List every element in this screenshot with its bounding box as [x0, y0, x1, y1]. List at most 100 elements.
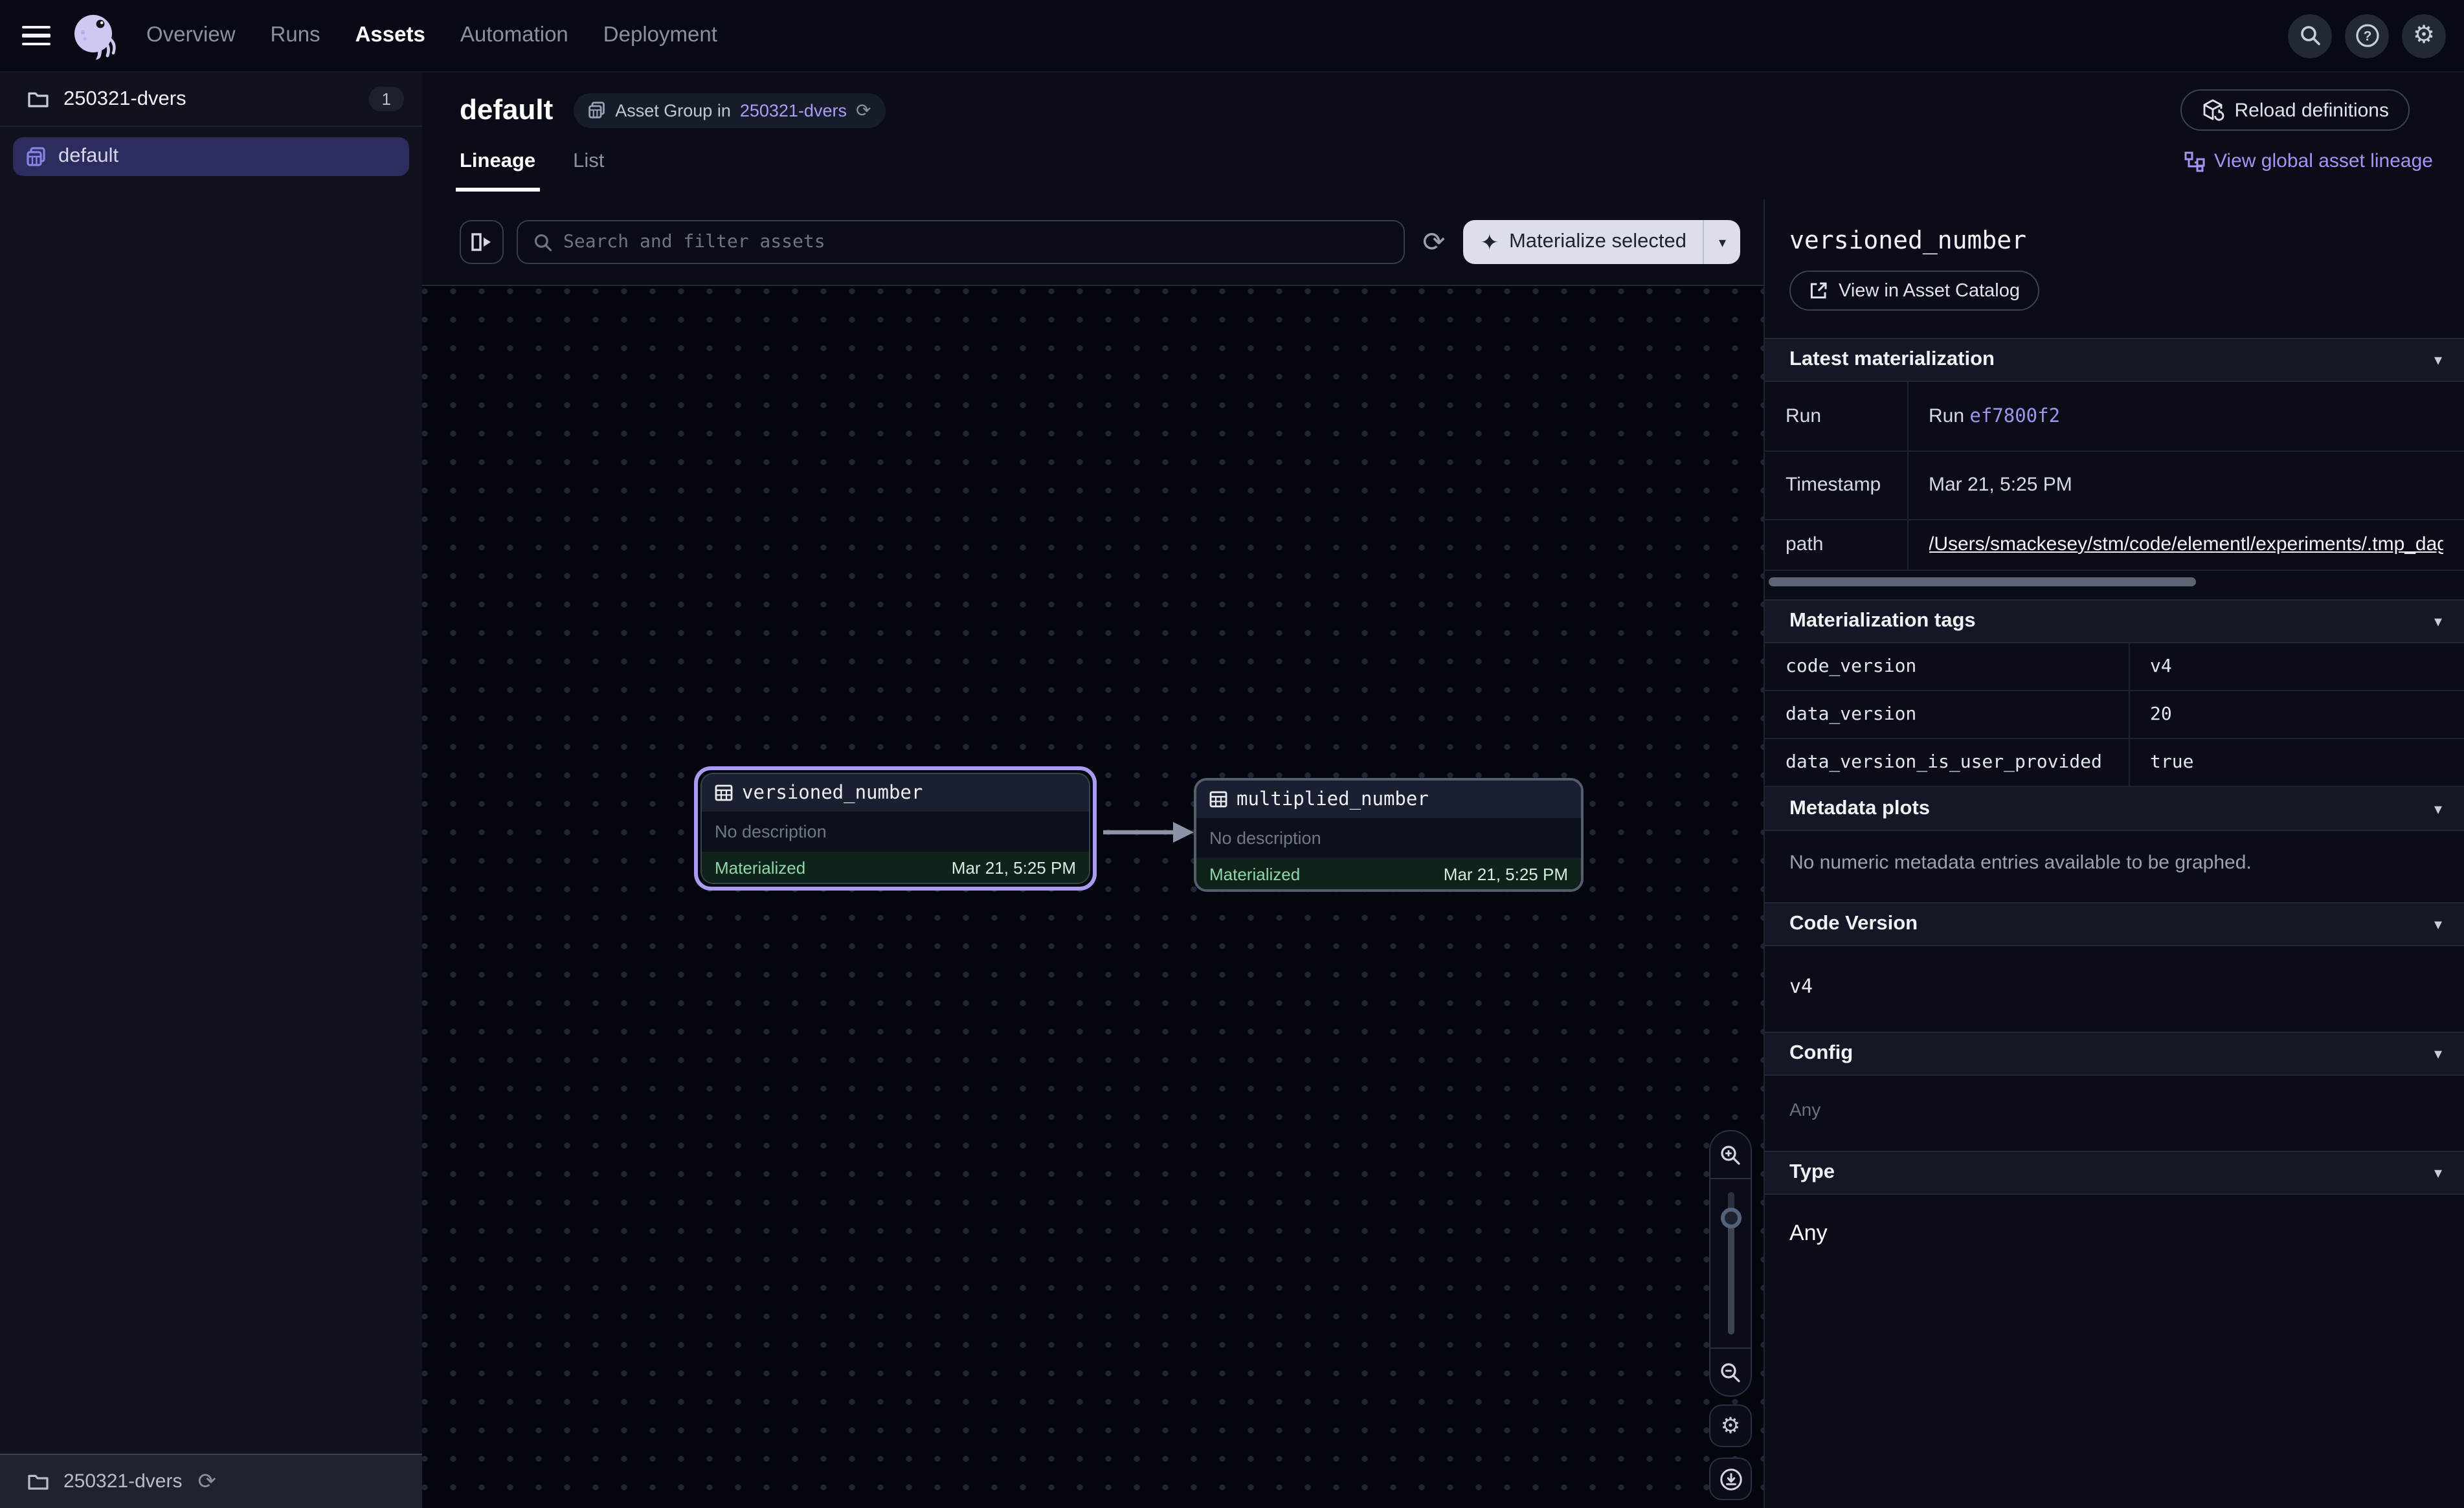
zoom-slider[interactable] — [1710, 1179, 1751, 1347]
nav-assets[interactable]: Assets — [355, 23, 425, 48]
table-row: data_version_is_user_provided true — [1765, 738, 2464, 786]
tag-value: 20 — [2129, 691, 2464, 738]
tag-key: data_version_is_user_provided — [1765, 738, 2129, 786]
asset-group-icon — [26, 146, 47, 167]
run-prefix: Run — [1929, 405, 1969, 427]
tag-key: code_version — [1765, 643, 2129, 691]
search-icon — [533, 232, 553, 252]
hamburger-menu-icon[interactable] — [22, 26, 50, 46]
asset-table-icon — [1209, 791, 1227, 808]
section-title: Metadata plots — [1789, 797, 1930, 820]
search-icon — [2299, 25, 2321, 47]
section-materialization-tags[interactable]: Materialization tags ▾ — [1765, 599, 2464, 643]
path-link[interactable]: /Users/smackesey/stm/code/elementl/exper… — [1929, 533, 2443, 555]
view-global-asset-lineage-link[interactable]: View global asset lineage — [2184, 150, 2433, 172]
view-in-asset-catalog-button[interactable]: View in Asset Catalog — [1789, 271, 2039, 311]
section-code-version[interactable]: Code Version ▾ — [1765, 902, 2464, 946]
sidebar-group-row[interactable]: 250321-dvers 1 — [0, 72, 422, 126]
lineage-edge-arrow — [1101, 814, 1199, 850]
chevron-down-icon: ▾ — [2434, 1045, 2442, 1063]
latest-materialization-table: Run Run ef7800f2 Timestamp Mar 21, 5:25 … — [1765, 382, 2464, 570]
type-value: Any — [1765, 1195, 2464, 1278]
asset-node-multiplied-number[interactable]: multiplied_number No description Materia… — [1194, 778, 1584, 892]
zoom-in-icon — [1719, 1144, 1742, 1166]
help-icon: ? — [2355, 23, 2379, 48]
page-header: default Asset Group in 250321-dvers ⟳ — [422, 72, 2464, 137]
materialization-tags-table: code_version v4 data_version 20 data_ver… — [1765, 643, 2464, 787]
sidebar-group-name: 250321-dvers — [63, 87, 369, 111]
section-title: Latest materialization — [1789, 348, 1995, 371]
gear-icon: ⚙ — [1721, 1415, 1741, 1437]
zoom-out-icon — [1719, 1361, 1742, 1383]
table-row: Timestamp Mar 21, 5:25 PM — [1765, 450, 2464, 519]
reload-definitions-button[interactable]: Reload definitions — [2180, 89, 2410, 131]
sidebar-group-count-badge: 1 — [369, 87, 404, 111]
page-title: default — [460, 93, 553, 127]
view-in-asset-catalog-label: View in Asset Catalog — [1839, 280, 2020, 301]
section-metadata-plots[interactable]: Metadata plots ▾ — [1765, 787, 2464, 831]
help-button[interactable]: ? — [2345, 14, 2389, 58]
sparkle-icon: ✦ — [1480, 231, 1499, 253]
zoom-slider-thumb[interactable] — [1720, 1208, 1741, 1228]
download-image-button[interactable] — [1709, 1458, 1752, 1500]
asset-group-badge[interactable]: Asset Group in 250321-dvers ⟳ — [574, 93, 885, 128]
section-latest-materialization[interactable]: Latest materialization ▾ — [1765, 338, 2464, 382]
nav-deployment[interactable]: Deployment — [603, 23, 717, 48]
search-input[interactable] — [563, 232, 1387, 252]
zoom-controls — [1709, 1130, 1752, 1397]
refresh-icon[interactable]: ⟳ — [192, 1470, 221, 1492]
chevron-down-icon: ▾ — [2434, 915, 2442, 933]
code-version-value: v4 — [1765, 946, 2464, 1032]
materialize-selected-label: Materialize selected — [1509, 230, 1686, 254]
tab-lineage[interactable]: Lineage — [460, 150, 535, 192]
top-nav-items: Overview Runs Assets Automation Deployme… — [146, 23, 717, 48]
graph-settings-button[interactable]: ⚙ — [1709, 1404, 1752, 1447]
node-description: No description — [1209, 828, 1321, 848]
tab-list[interactable]: List — [573, 150, 604, 192]
horizontal-scrollbar[interactable] — [1769, 577, 2196, 586]
sidebar: 250321-dvers 1 default — [0, 72, 422, 1508]
lineage-canvas[interactable]: versioned_number No description Material… — [422, 285, 1764, 1508]
section-type[interactable]: Type ▾ — [1765, 1151, 2464, 1195]
zoom-in-button[interactable] — [1710, 1131, 1751, 1179]
tag-value: true — [2129, 738, 2464, 786]
nav-runs[interactable]: Runs — [271, 23, 320, 48]
expand-panel-button[interactable] — [460, 220, 504, 264]
asset-node-versioned-number[interactable]: versioned_number No description Material… — [694, 766, 1097, 891]
zoom-out-button[interactable] — [1710, 1347, 1751, 1395]
dagster-app: Overview Runs Assets Automation Deployme… — [0, 0, 2464, 1508]
materialize-dropdown-button[interactable]: ▾ — [1703, 220, 1740, 264]
sidebar-item-label: default — [58, 145, 118, 168]
main-area: default Asset Group in 250321-dvers ⟳ — [422, 72, 2464, 1508]
row-value: Mar 21, 5:25 PM — [1907, 450, 2464, 519]
section-config[interactable]: Config ▾ — [1765, 1032, 2464, 1076]
sidebar-footer[interactable]: 250321-dvers ⟳ — [0, 1454, 422, 1508]
node-timestamp: Mar 21, 5:25 PM — [952, 858, 1076, 877]
materialize-selected-button[interactable]: ✦ Materialize selected ▾ — [1463, 220, 1740, 264]
run-id-link[interactable]: ef7800f2 — [1969, 406, 2060, 427]
metadata-plots-empty-message: No numeric metadata entries available to… — [1765, 831, 2464, 902]
download-icon — [1719, 1467, 1742, 1491]
refresh-graph-button[interactable]: ⟳ — [1417, 228, 1450, 256]
table-row: code_version v4 — [1765, 643, 2464, 691]
nav-automation[interactable]: Automation — [460, 23, 568, 48]
refresh-icon[interactable]: ⟳ — [856, 101, 871, 119]
dagster-logo-icon[interactable] — [69, 11, 118, 60]
asset-table-icon — [715, 784, 733, 801]
table-row: path /Users/smackesey/stm/code/elementl/… — [1765, 519, 2464, 570]
chevron-down-icon: ▾ — [2434, 1164, 2442, 1182]
asset-detail-panel: versioned_number View in Asset Catalog — [1764, 199, 2464, 1508]
search-button[interactable] — [2288, 14, 2332, 58]
settings-button[interactable]: ⚙ — [2402, 14, 2446, 58]
tag-key: data_version — [1765, 691, 2129, 738]
tabs-row: Lineage List View global asset lineage — [422, 137, 2464, 199]
node-status: Materialized — [715, 858, 805, 877]
row-value: Run ef7800f2 — [1907, 382, 2464, 450]
tag-value: v4 — [2129, 643, 2464, 691]
graph-toolbar: ⟳ ✦ Materialize selected ▾ — [422, 199, 1764, 285]
sidebar-item-default[interactable]: default — [13, 137, 409, 176]
chevron-down-icon: ▾ — [2434, 612, 2442, 630]
folder-icon — [27, 90, 49, 108]
badge-group-link[interactable]: 250321-dvers — [740, 100, 847, 120]
nav-overview[interactable]: Overview — [146, 23, 236, 48]
